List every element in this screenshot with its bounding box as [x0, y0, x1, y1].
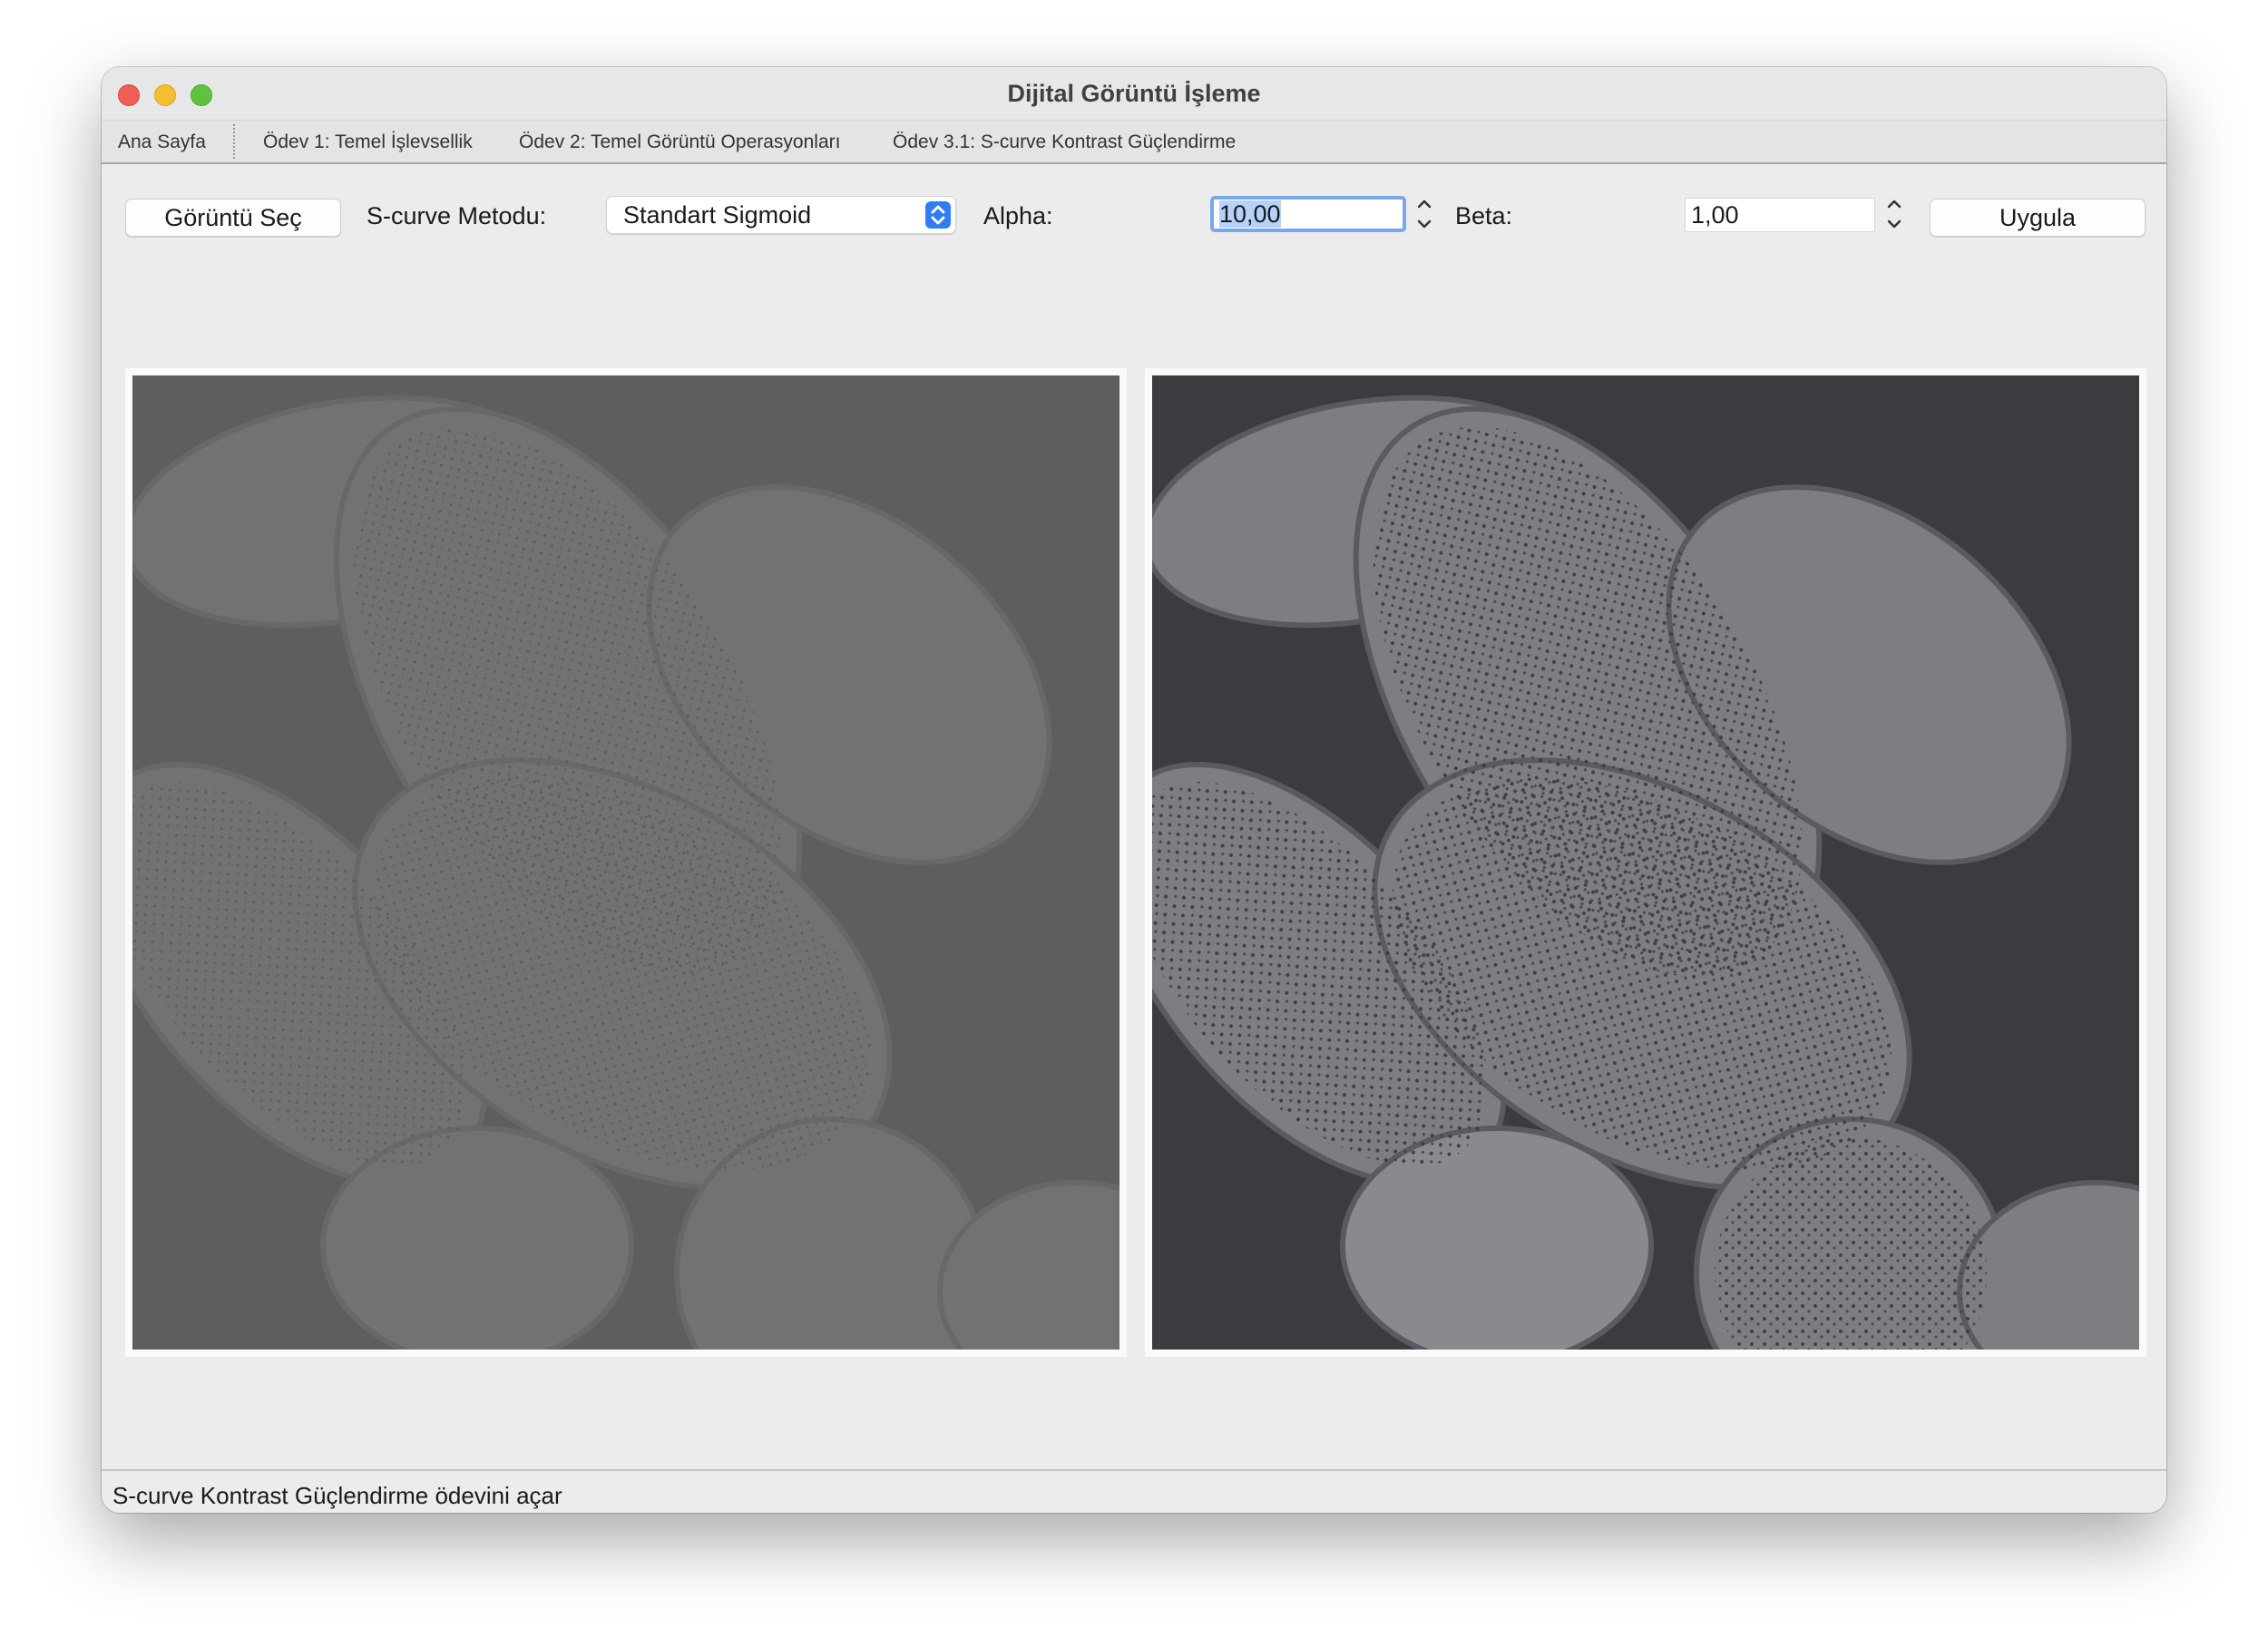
- tab-odev-1[interactable]: Ödev 1: Temel İşlevsellik: [263, 132, 473, 153]
- method-label: S-curve Metodu:: [367, 202, 547, 229]
- method-select-value: Standart Sigmoid: [623, 201, 812, 229]
- alpha-value: 10,00: [1219, 200, 1281, 228]
- alpha-input[interactable]: 10,00: [1210, 196, 1406, 232]
- method-select[interactable]: Standart Sigmoid: [606, 196, 956, 234]
- status-bar: S-curve Kontrast Güçlendirme ödevini aça…: [102, 1469, 2166, 1513]
- processed-image-panel: [1145, 368, 2146, 1357]
- beta-label: Beta:: [1455, 202, 1513, 229]
- select-image-button[interactable]: Görüntü Seç: [125, 199, 341, 237]
- alpha-stepper-icon[interactable]: [1413, 195, 1435, 233]
- original-image-panel: [125, 368, 1127, 1357]
- title-bar: Dijital Görüntü İşleme: [102, 67, 2166, 121]
- beta-input[interactable]: 1,00: [1685, 198, 1875, 232]
- processed-image: [1152, 375, 2139, 1350]
- tab-bar: Ana Sayfa Ödev 1: Temel İşlevsellik Ödev…: [102, 121, 2166, 164]
- tab-ana-sayfa[interactable]: Ana Sayfa: [118, 132, 206, 153]
- chevron-up-down-icon: [925, 201, 951, 229]
- tab-separator: [233, 124, 235, 159]
- beta-value: 1,00: [1691, 201, 1739, 229]
- alpha-label: Alpha:: [983, 202, 1053, 229]
- apply-button[interactable]: Uygula: [1930, 199, 2146, 237]
- window-title: Dijital Görüntü İşleme: [1007, 80, 1261, 107]
- original-image: [132, 375, 1119, 1350]
- tab-odev-3-1[interactable]: Ödev 3.1: S-curve Kontrast Güçlendirme: [893, 132, 1236, 153]
- app-window: Dijital Görüntü İşleme Ana Sayfa Ödev 1:…: [102, 67, 2166, 1513]
- tab-odev-2[interactable]: Ödev 2: Temel Görüntü Operasyonları: [519, 132, 840, 153]
- status-text: S-curve Kontrast Güçlendirme ödevini aça…: [112, 1482, 562, 1509]
- beta-stepper-icon[interactable]: [1883, 195, 1905, 233]
